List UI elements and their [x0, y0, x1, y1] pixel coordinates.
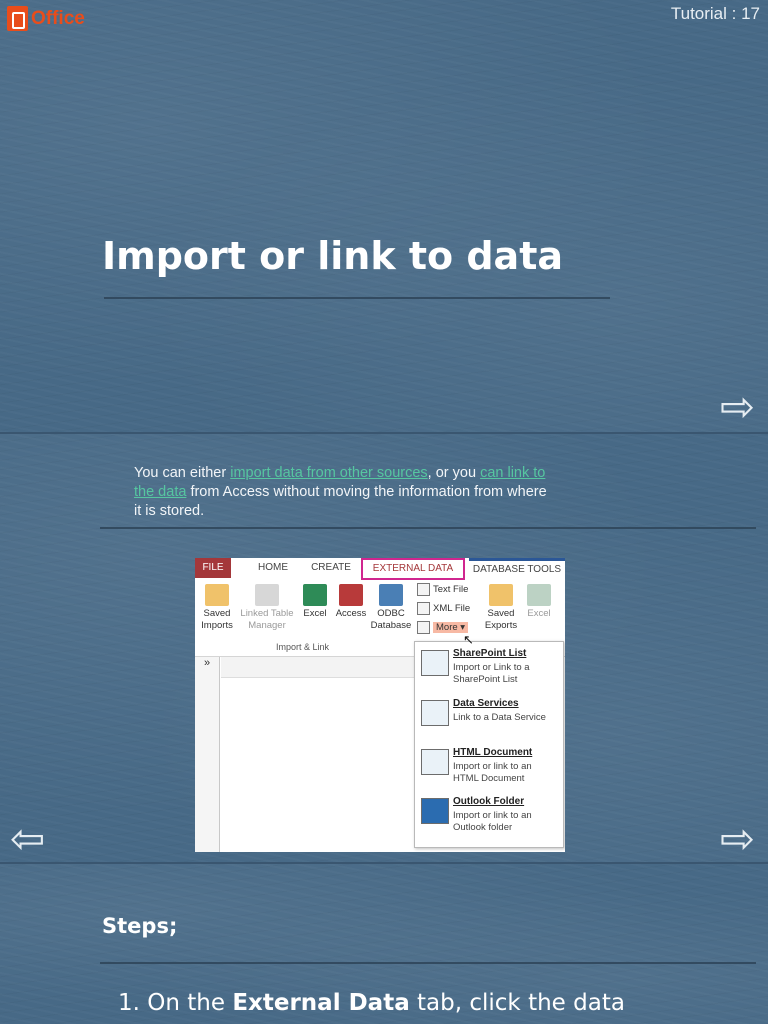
tab-create[interactable]: CREATE [305, 558, 357, 578]
saved-imports-button[interactable]: Saved Imports [199, 584, 235, 632]
text-file-button[interactable]: Text File [417, 583, 468, 596]
tab-database-tools[interactable]: DATABASE TOOLS [469, 558, 565, 578]
document-area-bar [221, 657, 421, 678]
prev-arrow-icon[interactable]: ⇦ [10, 818, 45, 860]
access-import-button[interactable]: Access [333, 584, 369, 620]
html-document-icon [421, 749, 449, 775]
more-icon [417, 621, 430, 634]
saved-imports-icon [205, 584, 229, 606]
office-logo-text: Office [31, 7, 85, 29]
odbc-icon [379, 584, 403, 606]
access-icon [339, 584, 363, 606]
tab-home[interactable]: HOME [247, 558, 299, 578]
menu-item-sharepoint-list[interactable]: SharePoint List Import or Link to a Shar… [421, 648, 561, 694]
saved-exports-icon [489, 584, 513, 606]
more-button[interactable]: More ▾ [417, 621, 469, 634]
slide-title-text: Import or link to data [102, 234, 564, 278]
access-screenshot: FILE HOME CREATE EXTERNAL DATA DATABASE … [195, 558, 565, 852]
slide-title: Office Tutorial : 17 Import or link to d… [0, 0, 768, 432]
steps-heading: Steps; [102, 914, 178, 938]
more-dropdown-menu: SharePoint List Import or Link to a Shar… [414, 641, 564, 848]
linked-table-icon [255, 584, 279, 606]
ribbon-tabs: FILE HOME CREATE EXTERNAL DATA DATABASE … [195, 558, 565, 581]
next-arrow-icon[interactable]: ⇨ [720, 818, 755, 860]
mouse-cursor-icon: ↖ [463, 632, 474, 647]
xml-file-icon [417, 602, 430, 615]
import-data-link[interactable]: import data from other sources [230, 465, 427, 481]
linked-table-manager-button[interactable]: Linked Table Manager [237, 584, 297, 632]
menu-item-html-document[interactable]: HTML Document Import or link to an HTML … [421, 747, 561, 793]
office-icon [7, 6, 28, 31]
menu-item-outlook-folder[interactable]: Outlook Folder Import or link to an Outl… [421, 796, 561, 842]
excel-export-icon [527, 584, 551, 606]
step-1-text: 1. On the External Data tab, click the d… [118, 990, 625, 1016]
import-link-group-label: Import & Link [275, 642, 330, 652]
tab-external-data[interactable]: EXTERNAL DATA [361, 558, 465, 580]
saved-exports-button[interactable]: Saved Exports [481, 584, 521, 632]
tutorial-label: Tutorial : 17 [670, 4, 760, 23]
excel-icon [303, 584, 327, 606]
data-services-icon [421, 700, 449, 726]
next-arrow-icon[interactable]: ⇨ [720, 386, 755, 428]
menu-item-data-services[interactable]: Data Services Link to a Data Service [421, 698, 561, 744]
odbc-database-button[interactable]: ODBC Database [369, 584, 413, 632]
navigation-pane-toggle[interactable]: » [195, 657, 220, 852]
slide-steps: Steps; 1. On the External Data tab, clic… [0, 864, 768, 1024]
outlook-folder-icon [421, 798, 449, 824]
tab-file[interactable]: FILE [195, 558, 231, 578]
xml-file-button[interactable]: XML File [417, 602, 470, 615]
excel-import-button[interactable]: Excel [299, 584, 331, 620]
office-logo: Office [7, 6, 85, 31]
title-divider [104, 297, 610, 299]
paragraph-divider [100, 527, 756, 529]
chevron-right-icon: » [203, 657, 211, 669]
slide-content: You can either import data from other so… [0, 434, 768, 862]
intro-paragraph: You can either import data from other so… [134, 465, 547, 519]
text-file-icon [417, 583, 430, 596]
excel-export-button[interactable]: Excel [523, 584, 555, 620]
steps-divider [100, 962, 756, 964]
sharepoint-list-icon [421, 650, 449, 676]
